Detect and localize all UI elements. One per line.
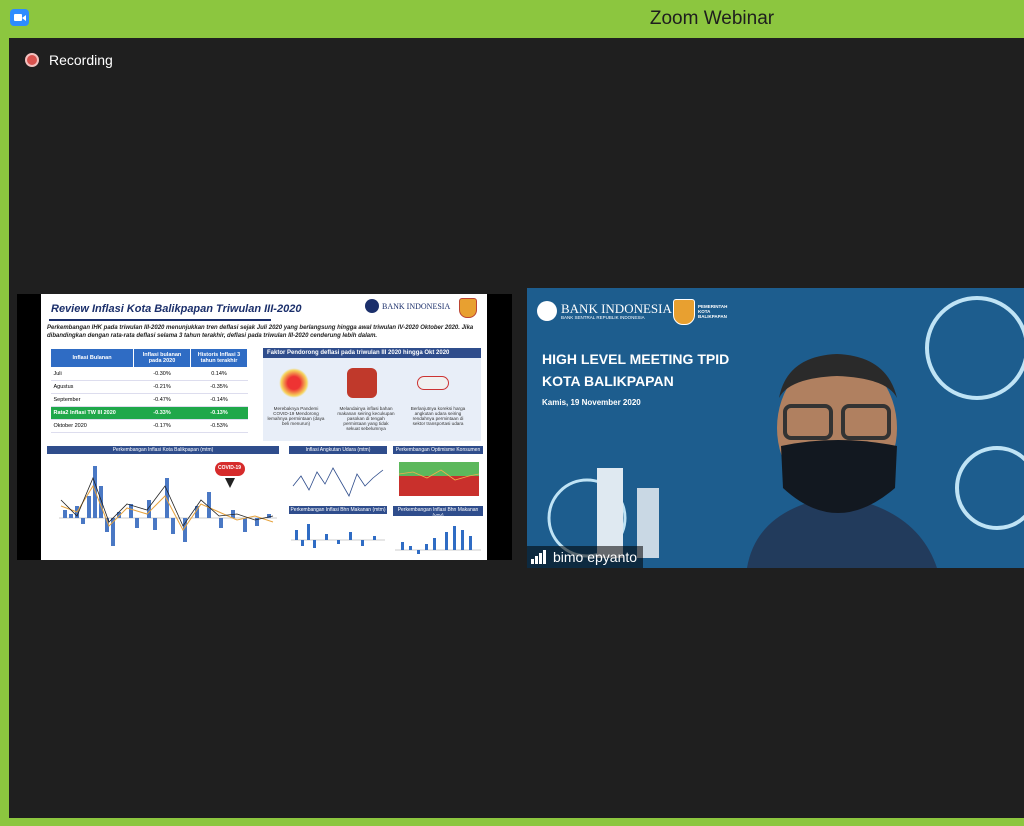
air-transport-chart [289, 456, 387, 502]
consumer-chart-title: Perkembangan Optimisme Konsumen [393, 446, 483, 454]
inflation-line-chart [47, 456, 279, 560]
event-title-line: KOTA BALIKPAPAN [542, 373, 674, 389]
table-cell: -0.17% [133, 419, 191, 433]
table-cell: -0.30% [133, 367, 191, 381]
logo-text: BANK INDONESIA [382, 301, 451, 311]
city-crest-icon [673, 299, 695, 325]
table-cell: Rata2 Inflasi TW III 2020 [50, 406, 134, 420]
participant-name-bar: bimo epyanto [527, 546, 644, 568]
air-chart-title: Inflasi Angkutan Udara (mtm) [289, 446, 387, 454]
market-stall-icon [347, 368, 377, 398]
event-title: HIGH LEVEL MEETING TPID KOTA BALIKPAPAN [542, 348, 729, 392]
food-yoy-chart [393, 516, 483, 560]
table-cell: -0.33% [133, 406, 191, 420]
recording-label: Recording [49, 52, 113, 68]
table-cell: -0.14% [190, 393, 248, 407]
virus-icon [279, 368, 309, 398]
table-row: Oktober 2020 -0.17% -0.53% [50, 419, 248, 433]
factor-text: Merebaknya Pandemi COVID-19 Mendorong le… [267, 406, 325, 426]
table-header: Historis Inflasi 3 tahun terakhir [190, 348, 248, 368]
event-title-line: HIGH LEVEL MEETING TPID [542, 351, 730, 367]
recording-indicator[interactable]: Recording [25, 52, 113, 68]
shared-screen[interactable]: Review Inflasi Kota Balikpapan Triwulan … [17, 294, 512, 560]
factor-text: Berlanjutnya koreksi harga angkutan udar… [410, 406, 466, 426]
event-date: Kamis, 19 November 2020 [542, 398, 641, 407]
main-chart-title: Perkembangan Inflasi Kota Balikpapan (mt… [47, 446, 279, 454]
speaker-video[interactable]: BANK INDONESIA BANK SENTRAL REPUBLIK IND… [527, 288, 1024, 568]
record-icon [25, 53, 39, 67]
table-header: Inflasi Bulanan [50, 348, 134, 368]
inflation-table: Inflasi Bulanan Inflasi bulanan pada 202… [50, 348, 248, 433]
factor-text: Melandainya inflasi bahan makanan seirin… [337, 406, 395, 431]
nonfood-chart-title: Perkembangan Inflasi Bhn Makanan (mtm) [289, 506, 387, 514]
presentation-slide: Review Inflasi Kota Balikpapan Triwulan … [41, 294, 487, 560]
factors-panel: Faktor Pendorong deflasi pada triwulan I… [263, 348, 481, 441]
consumer-optimism-chart [393, 456, 483, 502]
speaker-avatar [747, 354, 937, 568]
table-cell: -0.13% [190, 406, 248, 420]
food-mtm-chart [289, 516, 387, 560]
covid-label: COVID-19 [218, 465, 242, 471]
table-cell: Juli [50, 367, 134, 381]
table-cell: Agustus [50, 380, 134, 394]
table-cell: 0.14% [190, 367, 248, 381]
bank-indonesia-logo: BANK INDONESIA BANK SENTRAL REPUBLIK IND… [537, 301, 672, 321]
title-underline [49, 319, 271, 321]
table-header: Inflasi bulanan pada 2020 [133, 348, 191, 368]
bank-indonesia-logo: BANK INDONESIA [365, 299, 450, 313]
table-row: Agustus -0.21% -0.35% [50, 380, 248, 394]
table-cell: -0.35% [190, 380, 248, 394]
table-row: September -0.47% -0.14% [50, 393, 248, 407]
crest-text: PEMERINTAH KOTA BALIKPAPAN [698, 304, 728, 319]
signal-strength-icon [531, 550, 547, 564]
airplane-icon [417, 376, 449, 390]
city-crest-icon [459, 298, 477, 318]
table-cell: September [50, 393, 134, 407]
table-cell: -0.47% [133, 393, 191, 407]
slide-description: Perkembangan IHK pada triwulan III-2020 … [47, 325, 474, 339]
table-cell: Oktober 2020 [50, 419, 134, 433]
bi-logo-icon [537, 301, 557, 321]
logo-text: BANK INDONESIA [561, 300, 672, 316]
bi-logo-icon [365, 299, 379, 313]
factors-heading: Faktor Pendorong deflasi pada triwulan I… [263, 348, 481, 358]
slide-title: Review Inflasi Kota Balikpapan Triwulan … [51, 303, 302, 315]
participant-name: bimo epyanto [553, 549, 638, 565]
table-row: Juli -0.30% 0.14% [50, 367, 248, 381]
webinar-view: Recording Review Inflasi Kota Balikpapan… [9, 38, 1024, 818]
table-row: Rata2 Inflasi TW III 2020 -0.33% -0.13% [50, 406, 248, 420]
title-bar: Zoom Webinar [0, 0, 1024, 36]
window-title: Zoom Webinar [649, 8, 775, 29]
table-cell: -0.21% [133, 380, 191, 394]
table-cell: -0.53% [190, 419, 248, 433]
